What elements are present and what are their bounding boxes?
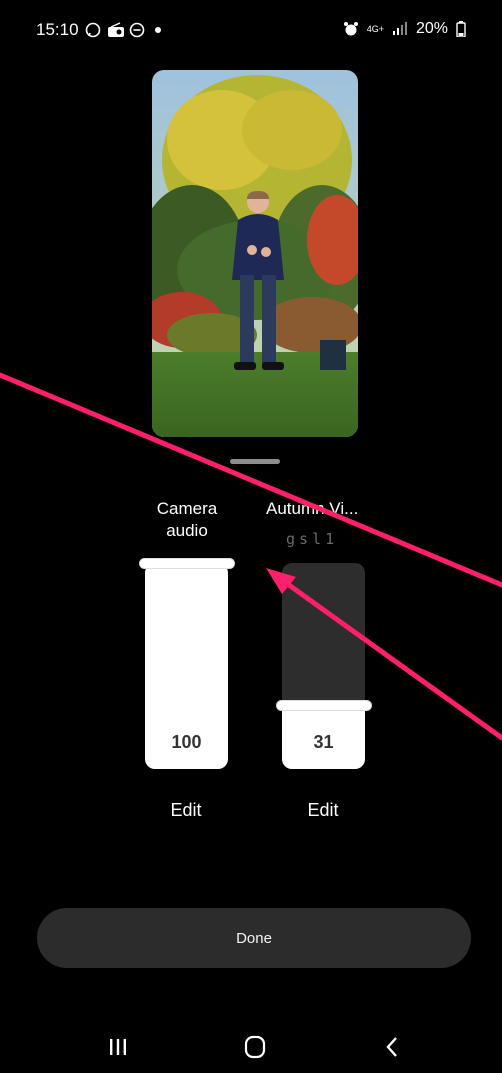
network-4g-icon: 4G+ — [366, 23, 384, 34]
battery-percent: 20% — [415, 20, 448, 37]
volume-slider-autumn[interactable]: 31 — [282, 563, 365, 769]
signal-icon — [392, 21, 408, 37]
recent-apps-icon[interactable] — [98, 1032, 138, 1062]
whatsapp-icon — [85, 22, 101, 38]
home-icon[interactable] — [235, 1032, 275, 1062]
status-time: 15:10 — [36, 20, 79, 39]
status-right: 4G+ 20% — [343, 20, 472, 38]
battery-icon — [456, 21, 472, 38]
volume-slider-camera-audio[interactable]: 100 — [145, 563, 228, 769]
notification-dot — [154, 27, 161, 33]
video-thumbnail-image — [152, 70, 358, 437]
track-name-line1: Autumn Vi... — [266, 499, 359, 518]
edit-button-autumn[interactable]: Edit — [278, 800, 368, 821]
track-name-camera-audio: Camera audio — [142, 498, 232, 542]
navigation-bar — [0, 1020, 502, 1073]
radio-icon — [107, 22, 124, 38]
slider-value: 100 — [171, 732, 202, 752]
video-preview[interactable] — [152, 70, 358, 437]
track-name-autumn: Autumn Vi... — [266, 498, 386, 520]
track-name-line2: audio — [166, 521, 208, 540]
drag-handle[interactable] — [230, 459, 280, 464]
edit-button-camera-audio[interactable]: Edit — [141, 800, 231, 821]
done-button[interactable]: Done — [37, 908, 471, 968]
slider-thumb-autumn[interactable] — [277, 701, 371, 711]
back-icon[interactable] — [372, 1032, 412, 1062]
alarm-icon — [343, 21, 359, 37]
slider-thumb-camera-audio[interactable] — [140, 559, 234, 568]
minus-circle-icon — [129, 22, 145, 38]
track-subtitle: gsl1 — [286, 530, 339, 548]
status-bar: 15:10 4G+ 20% — [0, 0, 502, 60]
status-left: 15:10 — [36, 20, 161, 40]
track-name-line1: Camera — [156, 499, 218, 518]
slider-value: 31 — [313, 732, 334, 752]
